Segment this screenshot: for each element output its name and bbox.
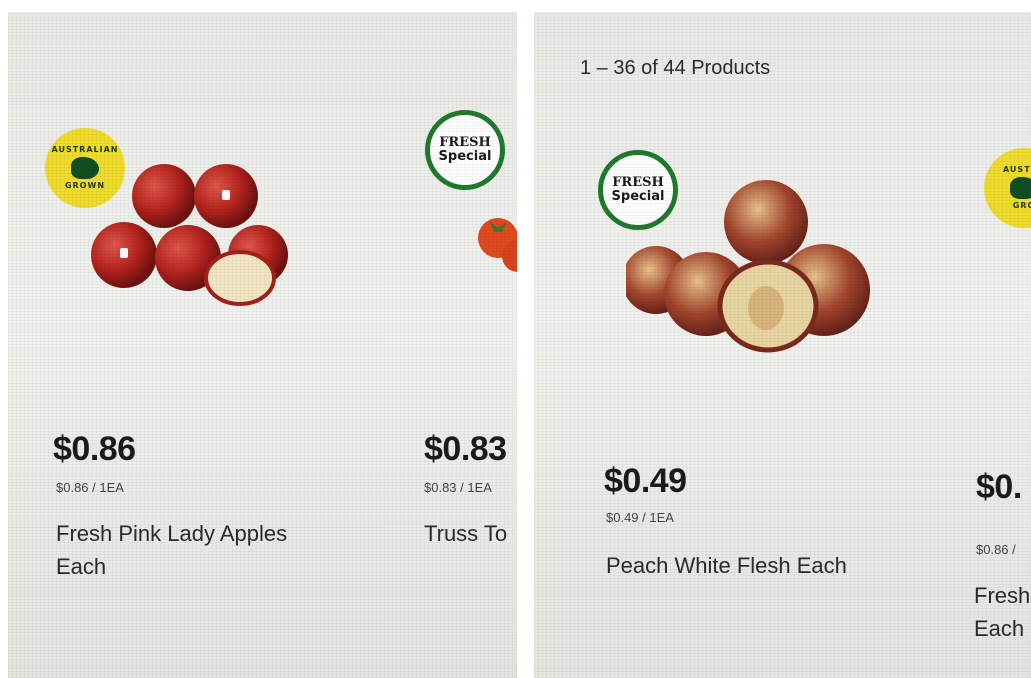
peach (724, 180, 808, 264)
price: $0. (976, 468, 1022, 506)
product-name-line1: Fresh Pink Lady Apples (56, 521, 288, 546)
product-name[interactable]: Fresh Each (974, 579, 1030, 645)
unit-price: $0.49 / 1EA (606, 510, 674, 525)
peach-pit-icon (748, 286, 784, 330)
pink-lady-apples-image[interactable] (88, 160, 288, 310)
truss-tomatoes-image[interactable] (470, 208, 517, 278)
product-name[interactable]: Peach White Flesh Each (606, 549, 847, 582)
product-name-line1: Peach White Flesh Each (606, 553, 847, 578)
unit-price: $0.86 / (976, 542, 1016, 557)
price: $0.83 (424, 430, 507, 468)
product-name-line2: Each (56, 554, 107, 579)
badge-text-top: AUSTRA (1002, 164, 1031, 174)
product-name[interactable]: Fresh Pink Lady Apples Each (56, 517, 287, 583)
left-photo: AUSTRALIAN GROWN $0.86 $0.86 / 1EA Fresh… (8, 12, 517, 678)
product-name-line2: Each (974, 616, 1025, 641)
badge-line2: Special (438, 149, 492, 164)
apple-sticker-icon (222, 190, 230, 200)
right-photo: 1 – 36 of 44 Products FRESH Special $0.4… (534, 12, 1031, 678)
price: $0.86 (53, 430, 136, 468)
product-name-line1: Fresh (974, 583, 1031, 608)
apple-sticker-icon (120, 248, 128, 258)
price: $0.49 (604, 462, 687, 500)
unit-price: $0.83 / 1EA (424, 480, 492, 495)
results-count: 1 – 36 of 44 Products (580, 57, 771, 79)
apple (132, 164, 196, 228)
product-name[interactable]: Truss To (424, 517, 507, 550)
white-flesh-peaches-image[interactable] (626, 180, 874, 360)
badge-text-top: AUSTRALIAN (51, 144, 119, 154)
unit-price: $0.86 / 1EA (56, 480, 124, 495)
apple-half (204, 250, 276, 306)
australia-map-icon (1010, 177, 1031, 199)
product-name-line1: Truss To (424, 521, 508, 546)
fresh-special-badge: FRESH Special (425, 110, 505, 190)
australian-grown-badge: AUSTRA GRO (984, 148, 1031, 228)
badge-text-bottom: GRO (1012, 201, 1031, 210)
badge-line1: FRESH (439, 135, 491, 151)
